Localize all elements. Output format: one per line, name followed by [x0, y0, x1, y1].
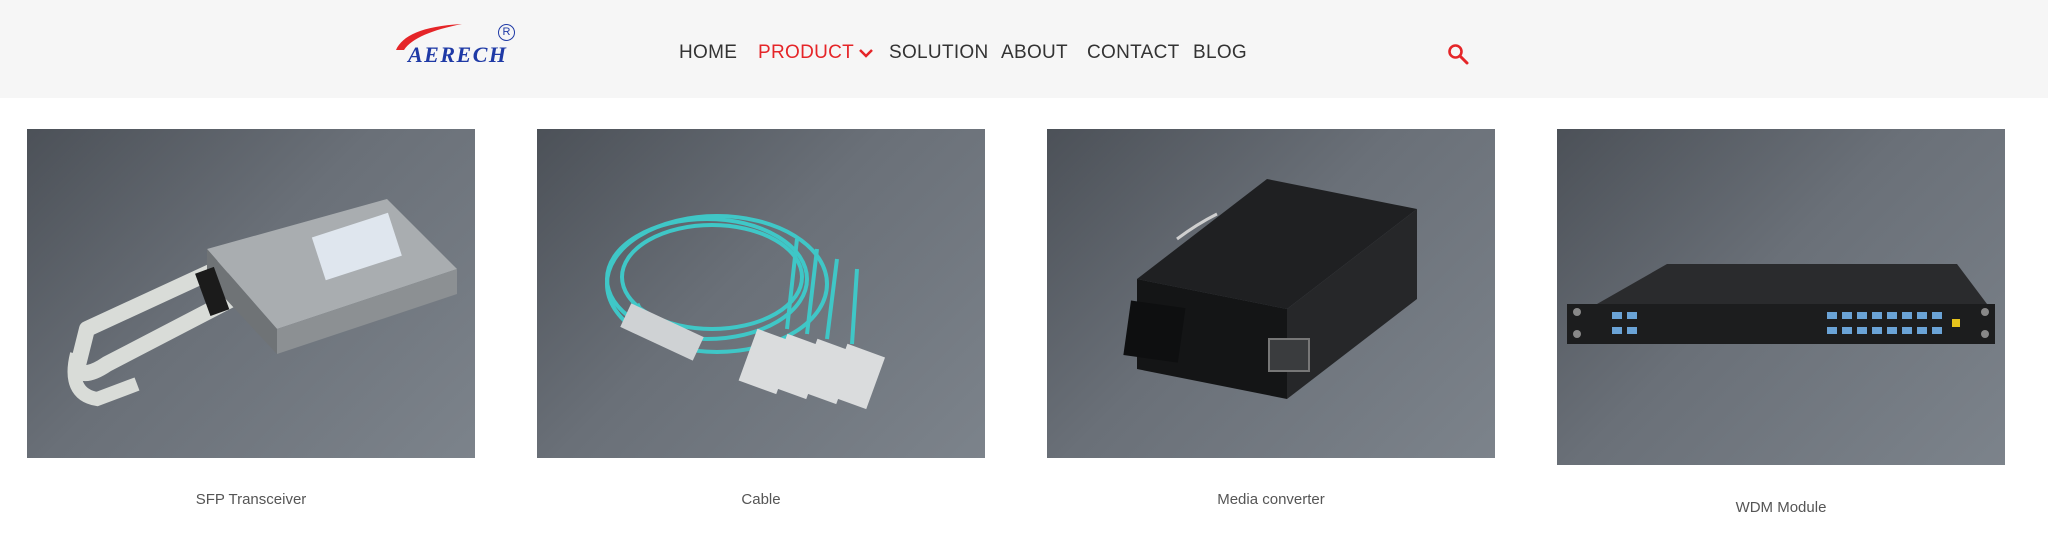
product-label[interactable]: Media converter: [1047, 491, 1495, 508]
product-label[interactable]: WDM Module: [1557, 499, 2005, 516]
chevron-down-icon: [859, 49, 873, 58]
cable-image[interactable]: [537, 129, 985, 458]
nav-solution[interactable]: SOLUTION: [889, 42, 989, 64]
logo-text: AERECH: [408, 42, 508, 67]
nav-home[interactable]: HOME: [679, 42, 737, 64]
product-label[interactable]: Cable: [537, 491, 985, 508]
search-icon[interactable]: [1447, 43, 1469, 65]
product-label[interactable]: SFP Transceiver: [27, 491, 475, 508]
registered-mark: R: [498, 24, 515, 41]
sfp-transceiver-image[interactable]: [27, 129, 475, 458]
media-converter-image[interactable]: [1047, 129, 1495, 458]
nav-contact[interactable]: CONTACT: [1087, 42, 1180, 64]
nav-product[interactable]: PRODUCT: [758, 42, 874, 64]
logo[interactable]: AERECH R: [392, 22, 522, 68]
nav-about[interactable]: ABOUT: [1001, 42, 1068, 64]
wdm-module-image[interactable]: [1557, 129, 2005, 465]
nav-blog[interactable]: BLOG: [1193, 42, 1247, 64]
nav-product-label: PRODUCT: [758, 42, 855, 63]
site-header: AERECH R HOME PRODUCT SOLUTION ABOUT CON…: [0, 0, 2048, 98]
